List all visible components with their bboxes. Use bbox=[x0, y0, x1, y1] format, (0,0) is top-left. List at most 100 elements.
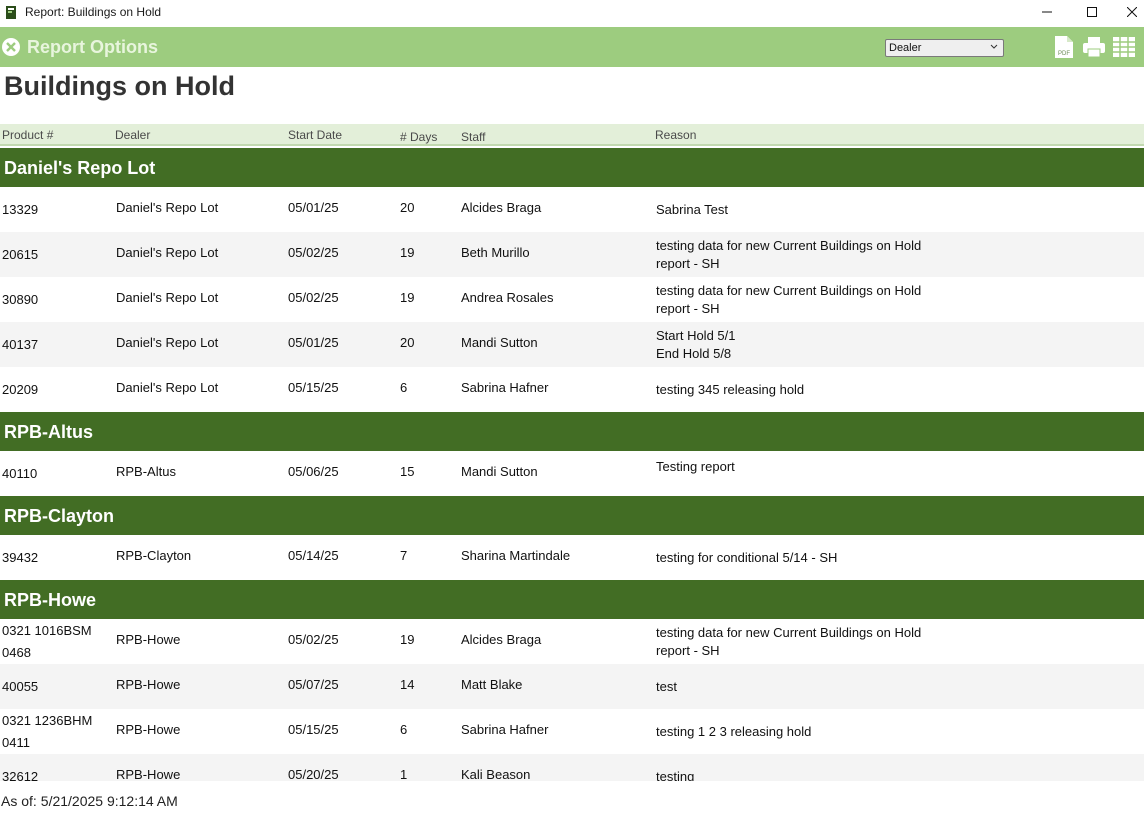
table-row[interactable]: 20209 Daniel's Repo Lot 05/15/25 6 Sabrina H… bbox=[0, 367, 1144, 412]
as-of-value: 5/21/2025 9:12:14 AM bbox=[40, 793, 178, 809]
cell-product: 0321 1016BSM 0468 bbox=[2, 620, 92, 664]
close-icon bbox=[1127, 7, 1137, 17]
cell-staff: Alcides Braga bbox=[461, 200, 542, 215]
cell-staff: Beth Murillo bbox=[461, 245, 530, 260]
cell-staff: Matt Blake bbox=[461, 677, 523, 692]
group-header-label: RPB-Altus bbox=[4, 422, 93, 442]
close-window-button[interactable] bbox=[1110, 0, 1144, 27]
pdf-icon[interactable]: PDF bbox=[1054, 35, 1074, 59]
cell-staff: Sabrina Hafner bbox=[461, 380, 549, 395]
cell-product-line: 20615 bbox=[2, 247, 39, 262]
cell-start-date: 05/02/25 bbox=[288, 632, 339, 647]
cell-dealer: Daniel's Repo Lot bbox=[116, 245, 219, 260]
cell-dealer: Daniel's Repo Lot bbox=[116, 200, 219, 215]
cell-dealer: RPB-Altus bbox=[116, 464, 176, 479]
close-report-options-button[interactable] bbox=[2, 38, 20, 56]
cell-reason: testing bbox=[656, 768, 694, 781]
column-header-dealer[interactable]: Dealer bbox=[115, 128, 150, 142]
cell-days: 14 bbox=[400, 677, 415, 692]
column-header-start-date[interactable]: Start Date bbox=[288, 128, 342, 142]
as-of-label: As of: bbox=[1, 793, 37, 809]
cell-start-date: 05/01/25 bbox=[288, 335, 339, 350]
cell-reason: testing data for new Current Buildings o… bbox=[656, 282, 921, 318]
cell-days: 6 bbox=[400, 380, 408, 395]
table-row[interactable]: 40055 RPB-Howe 05/07/25 14 Matt Blake test bbox=[0, 664, 1144, 709]
minimize-button[interactable] bbox=[1025, 0, 1069, 27]
cell-product-line: 0321 1236BHM bbox=[2, 713, 93, 728]
cell-reason-line: testing 1 2 3 releasing hold bbox=[656, 724, 812, 739]
cell-reason: testing data for new Current Buildings o… bbox=[656, 624, 921, 660]
cell-start-date: 05/14/25 bbox=[288, 548, 339, 563]
window-titlebar: Report: Buildings on Hold bbox=[0, 0, 1144, 27]
cell-product-line: 0321 1016BSM bbox=[2, 623, 92, 638]
group-header: RPB-Howe bbox=[0, 580, 1144, 619]
chevron-down-icon bbox=[990, 44, 998, 49]
cell-product-line: 40137 bbox=[2, 337, 39, 352]
group-header: RPB-Altus bbox=[0, 412, 1144, 451]
table-row[interactable]: 0321 1016BSM 0468 RPB-Howe 05/02/25 19 Alcide… bbox=[0, 619, 1144, 664]
table-row[interactable]: 0321 1236BHM 0411 RPB-Howe 05/15/25 6 Sabrina… bbox=[0, 709, 1144, 754]
grid-icon[interactable] bbox=[1112, 35, 1136, 59]
cell-reason-line: testing 345 releasing hold bbox=[656, 382, 805, 397]
cell-reason: testing for conditional 5/14 - SH bbox=[656, 549, 837, 567]
cell-product: 20615 bbox=[2, 244, 38, 266]
print-icon[interactable] bbox=[1082, 35, 1106, 59]
cell-dealer: RPB-Howe bbox=[116, 632, 181, 647]
table-row[interactable]: 30890 Daniel's Repo Lot 05/02/25 19 Andrea R… bbox=[0, 277, 1144, 322]
cell-reason-line: End Hold 5/8 bbox=[656, 346, 732, 361]
column-header-reason[interactable]: Reason bbox=[655, 128, 696, 142]
cell-reason: Testing report bbox=[656, 458, 735, 476]
group-by-value: Dealer bbox=[889, 42, 922, 54]
cell-dealer: RPB-Howe bbox=[116, 767, 181, 781]
column-header-product[interactable]: Product # bbox=[2, 128, 53, 142]
report-options-label[interactable]: Report Options bbox=[27, 37, 158, 58]
table-row[interactable]: 32612 RPB-Howe 05/20/25 1 Kali Beason testing bbox=[0, 754, 1144, 781]
cell-start-date: 05/02/25 bbox=[288, 245, 339, 260]
cell-days: 19 bbox=[400, 290, 415, 305]
maximize-button[interactable] bbox=[1070, 0, 1114, 27]
table-row[interactable]: 13329 Daniel's Repo Lot 05/01/25 20 Alcides … bbox=[0, 187, 1144, 232]
table-row[interactable]: 39432 RPB-Clayton 05/14/25 7 Sharina Martind… bbox=[0, 535, 1144, 580]
as-of-timestamp: As of: 5/21/2025 9:12:14 AM bbox=[1, 793, 182, 809]
cell-start-date: 05/01/25 bbox=[288, 200, 339, 215]
cell-days: 19 bbox=[400, 632, 415, 647]
group-header: RPB-Clayton bbox=[0, 496, 1144, 535]
cell-days: 20 bbox=[400, 200, 415, 215]
cell-product: 40137 bbox=[2, 334, 38, 356]
cell-reason-line: testing data for new Current Buildings o… bbox=[656, 625, 922, 640]
cell-dealer: RPB-Howe bbox=[116, 677, 181, 692]
group-by-select[interactable]: Dealer bbox=[885, 39, 1004, 57]
table-row[interactable]: 40137 Daniel's Repo Lot 05/01/25 20 Mandi Su… bbox=[0, 322, 1144, 367]
cell-product-line: 40110 bbox=[2, 466, 38, 481]
cell-staff: Sharina Martindale bbox=[461, 548, 571, 563]
cell-days: 19 bbox=[400, 245, 415, 260]
report-title: Buildings on Hold bbox=[4, 71, 235, 101]
cell-reason: testing 345 releasing hold bbox=[656, 381, 804, 399]
table-row[interactable]: 20615 Daniel's Repo Lot 05/02/25 19 Beth Mur… bbox=[0, 232, 1144, 277]
cell-product: 13329 bbox=[2, 199, 38, 221]
table-row[interactable]: 40110 RPB-Altus 05/06/25 15 Mandi Sutton Test… bbox=[0, 451, 1144, 496]
column-header-staff[interactable]: Staff bbox=[461, 130, 485, 144]
minimize-icon bbox=[1042, 11, 1052, 13]
cell-days: 15 bbox=[400, 464, 415, 479]
group-header-label: Daniel's Repo Lot bbox=[4, 158, 156, 178]
cell-reason: Sabrina Test bbox=[656, 201, 728, 219]
cell-reason-line: report - SH bbox=[656, 301, 720, 316]
cell-reason: Start Hold 5/1 End Hold 5/8 bbox=[656, 327, 736, 363]
column-header-days[interactable]: # Days bbox=[400, 130, 437, 144]
cell-staff: Kali Beason bbox=[461, 767, 531, 781]
cell-reason-line: test bbox=[656, 679, 677, 694]
cell-product: 0321 1236BHM 0411 bbox=[2, 710, 92, 754]
cell-start-date: 05/02/25 bbox=[288, 290, 339, 305]
cell-days: 20 bbox=[400, 335, 415, 350]
cell-dealer: RPB-Howe bbox=[116, 722, 181, 737]
cell-start-date: 05/15/25 bbox=[288, 722, 339, 737]
app-icon bbox=[6, 6, 16, 19]
cell-reason-line: Start Hold 5/1 bbox=[656, 328, 736, 343]
cell-days: 6 bbox=[400, 722, 408, 737]
cell-product-line: 13329 bbox=[2, 202, 39, 217]
cell-start-date: 05/15/25 bbox=[288, 380, 339, 395]
cell-product: 32612 bbox=[2, 766, 38, 781]
cell-days: 1 bbox=[400, 767, 408, 781]
cell-product: 39432 bbox=[2, 547, 38, 569]
